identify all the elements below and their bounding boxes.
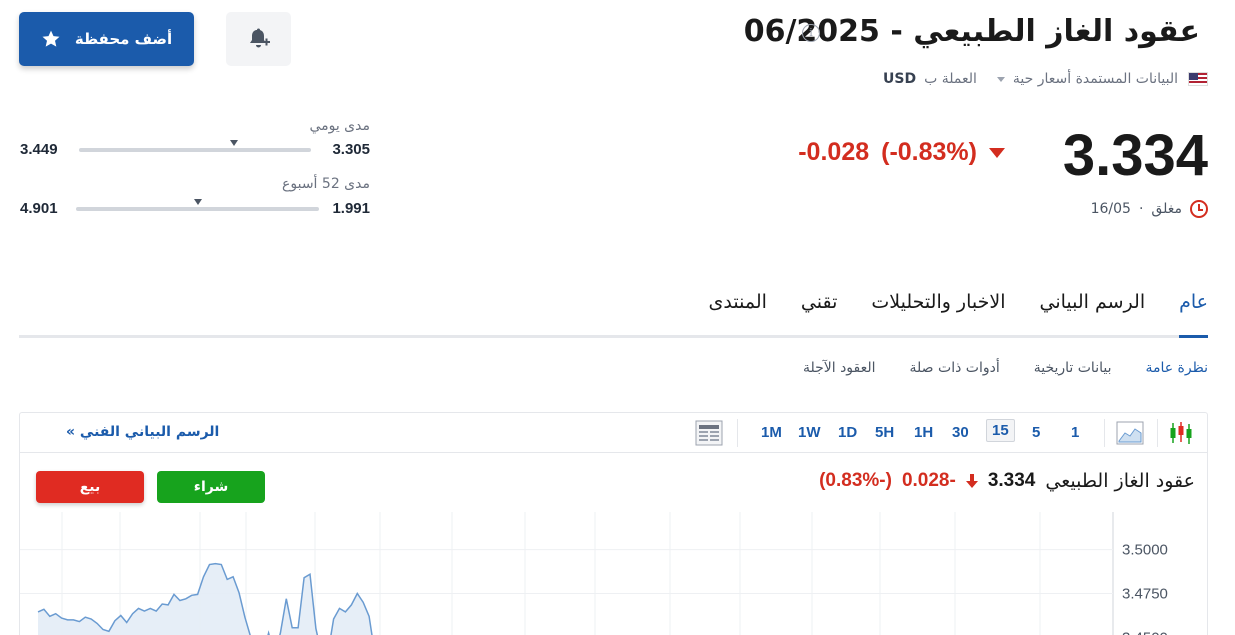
market-status: مغلق · 16/05 xyxy=(1091,200,1208,218)
change-percent: (-0.83%) xyxy=(881,138,977,166)
toolbar-separator xyxy=(737,419,738,447)
price-change: -0.028 (-0.83%) xyxy=(798,138,1005,167)
timeframe-5[interactable]: 5 xyxy=(1032,424,1040,441)
daily-range-marker xyxy=(230,140,239,150)
tab-news-analysis[interactable]: الاخبار والتحليلات xyxy=(871,290,1005,338)
add-portfolio-button[interactable]: أضف محفظة xyxy=(19,12,194,66)
timeframe-1m[interactable]: 1M xyxy=(761,424,782,441)
tab-forum[interactable]: المنتدى xyxy=(709,290,767,338)
main-tabs: عام الرسم البياني الاخبار والتحليلات تقن… xyxy=(19,290,1208,338)
tab-chart[interactable]: الرسم البياني xyxy=(1040,290,1146,338)
subtab-related-instruments[interactable]: أدوات ذات صلة xyxy=(910,360,1000,376)
week52-range-high: 4.901 xyxy=(20,200,58,217)
week52-range-low: 1.991 xyxy=(332,200,370,217)
chevron-down-icon[interactable] xyxy=(996,76,1005,82)
chart-header: عقود الغاز الطبيعي 3.334 -0.028 (-0.83%) xyxy=(819,470,1195,492)
y-tick-label: 3.4500 xyxy=(1122,629,1168,635)
timeframe-1d[interactable]: 1D xyxy=(838,424,857,441)
currency-code: USD xyxy=(883,71,917,87)
market-status-label: مغلق xyxy=(1151,201,1182,217)
change-value: -0.028 xyxy=(798,138,870,166)
data-source-row: البيانات المستمدة أسعار حية العملة ب USD xyxy=(883,71,1208,87)
week52-range-label: مدى 52 أسبوع xyxy=(282,176,370,192)
candlestick-icon[interactable] xyxy=(1168,420,1194,446)
subtab-futures-contracts[interactable]: العقود الآجلة xyxy=(803,360,876,376)
chart-change: -0.028 xyxy=(901,470,956,491)
currency-label: العملة ب xyxy=(924,71,977,87)
tab-overview[interactable]: عام xyxy=(1179,290,1208,338)
y-tick-label: 3.4750 xyxy=(1122,586,1168,603)
daily-range-label: مدى يومي xyxy=(309,118,370,134)
add-alert-button[interactable] xyxy=(226,12,291,66)
subtab-overview[interactable]: نظرة عامة xyxy=(1145,360,1208,376)
timeframe-1h[interactable]: 1H xyxy=(914,424,933,441)
down-arrow-icon xyxy=(989,147,1005,158)
status-separator: · xyxy=(1138,201,1144,217)
chart-price: 3.334 xyxy=(987,470,1036,491)
down-arrow-icon xyxy=(965,474,978,488)
timeframe-30[interactable]: 30 xyxy=(952,424,969,441)
price-chart-plot: 3.5000 3.4750 3.4500 xyxy=(20,512,1168,635)
add-portfolio-label: أضف محفظة xyxy=(74,30,173,48)
bell-plus-icon xyxy=(249,28,270,48)
chart-instrument-name: عقود الغاز الطبيعي xyxy=(1045,470,1195,492)
news-panel-icon[interactable] xyxy=(695,420,723,446)
timeframe-5h[interactable]: 5H xyxy=(875,424,894,441)
quote-date: 16/05 xyxy=(1090,201,1131,217)
area-chart-icon[interactable] xyxy=(1116,421,1144,445)
toolbar-separator xyxy=(1104,419,1105,447)
timeframe-15[interactable]: 15 xyxy=(986,419,1015,442)
info-icon[interactable]: i xyxy=(802,24,820,42)
daily-range-low: 3.305 xyxy=(332,141,370,158)
daily-range-high: 3.449 xyxy=(20,141,58,158)
chart-change-percent: (-0.83%) xyxy=(819,470,892,491)
subtab-historical-data[interactable]: بيانات تاريخية xyxy=(1034,360,1112,376)
sub-tabs: نظرة عامة بيانات تاريخية أدوات ذات صلة ا… xyxy=(803,360,1208,376)
sell-button[interactable]: بيع xyxy=(36,471,144,503)
price-area xyxy=(38,563,375,635)
us-flag-icon xyxy=(1188,72,1208,86)
daily-range-bar xyxy=(79,148,311,152)
tab-technical[interactable]: تقني xyxy=(801,290,837,338)
data-source-label[interactable]: البيانات المستمدة أسعار حية xyxy=(1013,71,1178,87)
technical-chart-link[interactable]: الرسم البياني الفني » xyxy=(66,424,219,440)
y-tick-label: 3.5000 xyxy=(1122,542,1168,559)
timeframe-1[interactable]: 1 xyxy=(1071,424,1079,441)
star-icon xyxy=(42,30,60,47)
last-price: 3.334 xyxy=(1062,123,1208,188)
toolbar-separator xyxy=(1157,419,1158,447)
week52-range-marker xyxy=(193,199,202,209)
timeframe-1w[interactable]: 1W xyxy=(798,424,821,441)
buy-button[interactable]: شراء xyxy=(157,471,265,503)
clock-icon xyxy=(1190,200,1208,218)
